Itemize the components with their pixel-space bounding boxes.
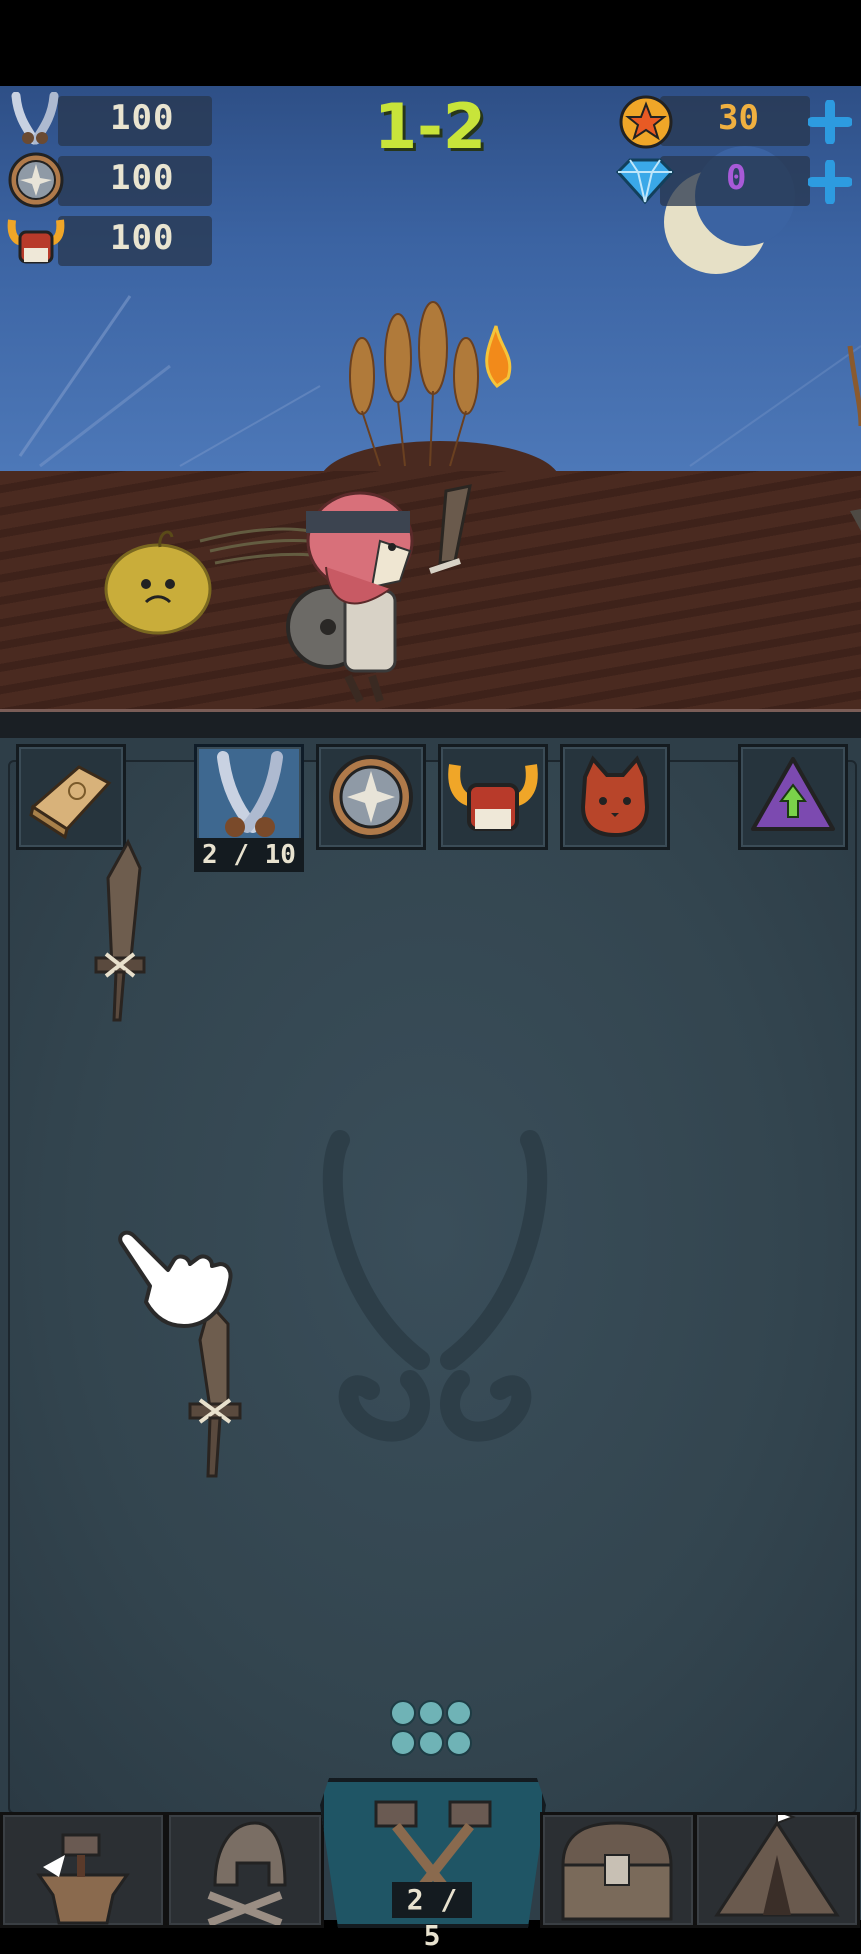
coins-value: 30 xyxy=(718,98,759,138)
upgrade-arrow-icon xyxy=(751,757,835,831)
diamond-icon xyxy=(615,158,675,205)
page-dot xyxy=(446,1700,472,1726)
defense-value: 100 xyxy=(110,158,175,198)
page-dot xyxy=(390,1730,416,1756)
torch-flame-icon xyxy=(485,325,512,388)
page-dot xyxy=(390,1700,416,1726)
round-shield-icon xyxy=(329,755,413,839)
crossed-swords-icon xyxy=(217,751,283,837)
level-indicator: 1-2 xyxy=(373,90,486,163)
nav-forge[interactable] xyxy=(0,1812,166,1928)
status-bar xyxy=(0,0,861,86)
wooden-sword-icon xyxy=(438,484,472,565)
wooden-sword-item[interactable] xyxy=(90,838,150,1024)
tab-weapons[interactable] xyxy=(194,744,304,850)
star-coin-icon xyxy=(619,95,673,149)
weapon-silhouette-icon xyxy=(322,1130,548,1442)
nav-heroes[interactable] xyxy=(166,1812,324,1928)
tab-upgrade[interactable] xyxy=(738,744,848,850)
divider xyxy=(0,712,861,738)
merge-counter: 2 / 5 xyxy=(392,1882,472,1952)
battle-ground xyxy=(0,471,861,711)
nav-chest[interactable] xyxy=(540,1812,696,1928)
viking-hero[interactable] xyxy=(286,484,472,703)
cat-icon xyxy=(580,755,650,838)
helmet-value: 100 xyxy=(110,218,175,258)
wheat-icon xyxy=(349,301,479,467)
round-shield-icon xyxy=(8,152,64,208)
tab-scroll[interactable] xyxy=(16,744,126,850)
crossed-swords-icon xyxy=(11,92,59,145)
attack-value: 100 xyxy=(110,98,175,138)
tent-icon xyxy=(714,1809,840,1917)
buy-coins-button[interactable] xyxy=(808,100,852,144)
nav-camp[interactable] xyxy=(694,1809,860,1928)
buy-gems-button[interactable] xyxy=(808,160,852,204)
tab-pet[interactable] xyxy=(560,744,670,850)
fuzzy-slime-enemy[interactable] xyxy=(104,530,212,635)
anvil-hammer-icon xyxy=(36,1833,130,1925)
spartan-helmet-icon xyxy=(207,1821,287,1927)
tutorial-hand-icon xyxy=(118,1230,233,1328)
horned-helmet-icon xyxy=(448,764,538,831)
tab-helmet[interactable] xyxy=(438,744,548,850)
tab-shield[interactable] xyxy=(316,744,426,850)
scroll-icon xyxy=(29,765,112,840)
treasure-chest-icon xyxy=(561,1821,673,1921)
gems-value: 0 xyxy=(726,158,747,198)
page-dot xyxy=(418,1730,444,1756)
weapons-count: 2 / 10 xyxy=(194,838,304,872)
horned-helmet-icon xyxy=(7,219,65,264)
page-dot xyxy=(446,1730,472,1756)
page-dot xyxy=(418,1700,444,1726)
